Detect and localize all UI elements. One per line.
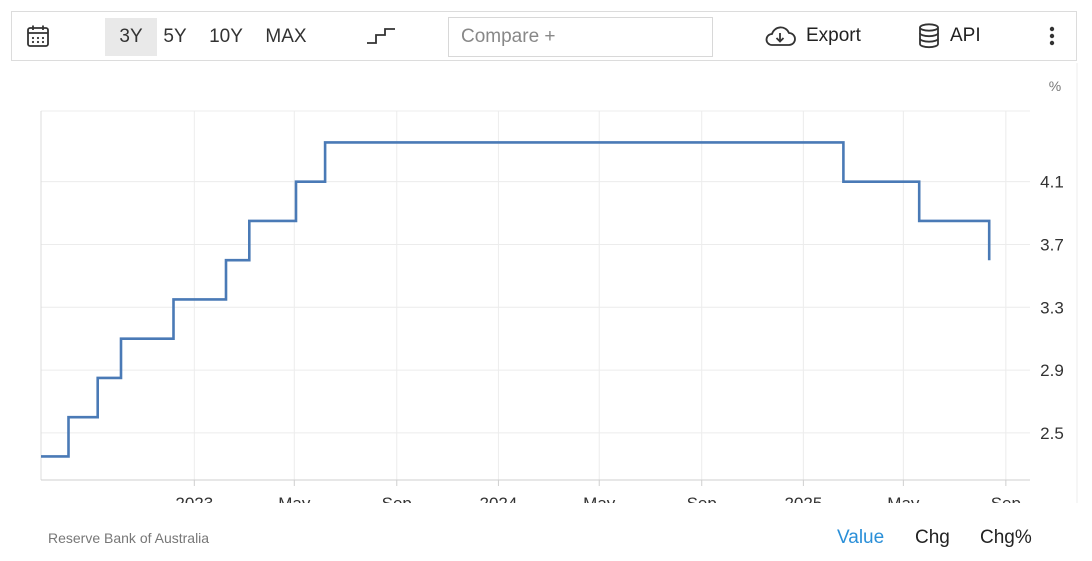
cloud-download-icon — [764, 25, 806, 47]
database-icon — [918, 23, 950, 49]
y-tick-label: 3.7 — [1040, 235, 1064, 254]
compare-input[interactable]: Compare + — [448, 17, 713, 57]
x-tick-label: May — [583, 494, 616, 503]
tab-chg-percent[interactable]: Chg% — [980, 527, 1032, 549]
calendar-icon[interactable] — [26, 12, 52, 60]
range-button-max[interactable]: MAX — [255, 18, 317, 56]
y-tick-label: 2.5 — [1040, 424, 1064, 443]
unit-label: % — [1049, 78, 1061, 94]
more-vertical-icon[interactable] — [1044, 12, 1060, 60]
api-button[interactable]: API — [918, 12, 981, 60]
chart-area: % 2023 May Sep 2024 May Sep 2025 May Sep 2.5 2.9 3… — [0, 63, 1092, 513]
y-tick-label: 4.1 — [1040, 173, 1064, 192]
y-tick-label: 3.3 — [1040, 298, 1064, 317]
x-tick-label: May — [278, 494, 311, 503]
x-tick-label: 2025 — [784, 494, 822, 503]
x-tick-label: 2023 — [175, 494, 213, 503]
export-button[interactable]: Export — [764, 12, 861, 60]
range-button-10y[interactable]: 10Y — [197, 18, 255, 56]
x-tick-label: Sep — [687, 494, 717, 503]
x-tick-label: Sep — [382, 494, 412, 503]
range-button-5y[interactable]: 5Y — [151, 18, 199, 56]
api-label: API — [950, 25, 981, 46]
tab-chg[interactable]: Chg — [915, 527, 950, 549]
series-line[interactable] — [41, 141, 991, 458]
y-tick-label: 2.9 — [1040, 361, 1064, 380]
chart-toolbar: 3Y 5Y 10Y MAX Compare + Export API — [11, 11, 1077, 61]
export-label: Export — [806, 25, 861, 46]
tab-value[interactable]: Value — [837, 527, 884, 549]
x-tick-label: May — [887, 494, 920, 503]
x-tick-label: Sep — [991, 494, 1021, 503]
line-chart: % 2023 May Sep 2024 May Sep 2025 May Sep 2.5 2.9 3… — [40, 63, 1078, 513]
range-button-3y[interactable]: 3Y — [105, 18, 157, 56]
x-tick-label: 2024 — [480, 494, 518, 503]
step-chart-icon[interactable] — [366, 12, 396, 60]
data-source-label: Reserve Bank of Australia — [48, 530, 210, 546]
